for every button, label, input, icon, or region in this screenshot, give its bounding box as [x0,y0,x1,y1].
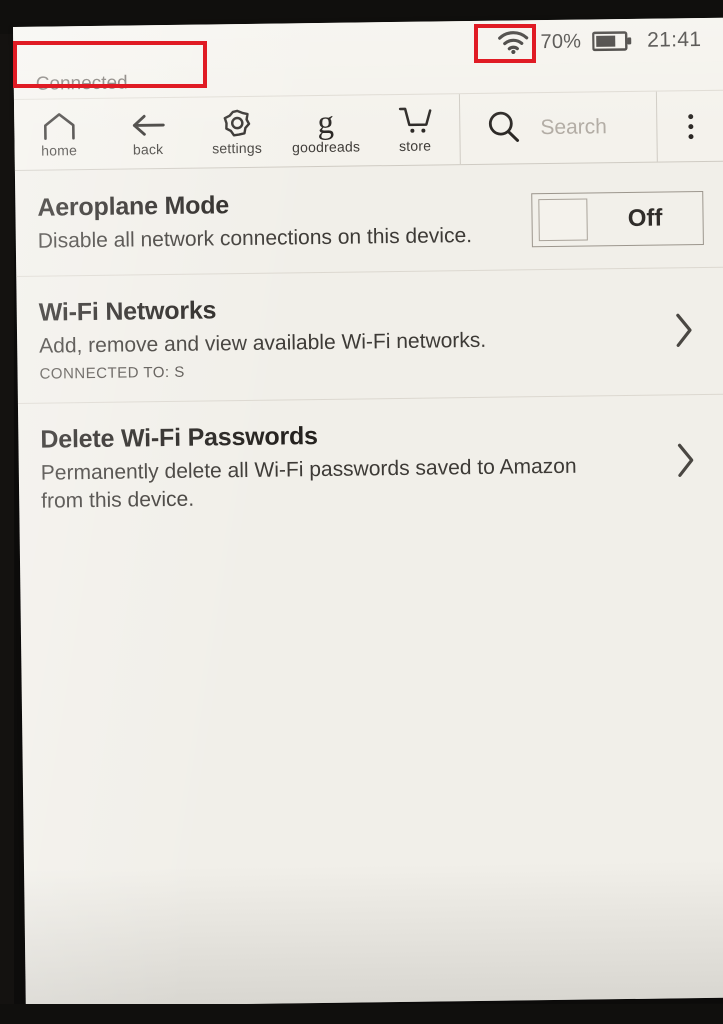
aeroplane-mode-toggle[interactable]: Off [531,190,704,248]
setting-title-delete-wifi-passwords: Delete Wi-Fi Passwords [40,422,318,455]
setting-text-block: Aeroplane Mode Disable all network conne… [37,187,532,255]
toggle-knob [538,198,588,242]
goodreads-g-icon: g [317,104,335,142]
clock-label: 21:41 [647,27,702,52]
search-placeholder-text: Search [540,115,608,140]
wifi-icon [497,30,529,55]
battery-percent-label: 70% [540,30,582,53]
setting-title-aeroplane-mode: Aeroplane Mode [37,191,230,222]
device-bezel-bottom [0,1004,723,1024]
chevron-right-icon[interactable] [673,311,696,354]
search-input[interactable]: Search [458,91,658,165]
eink-screen: 70% 21:41 Connected home back settings g… [13,17,723,1007]
toolbar-item-home[interactable]: home [14,99,104,170]
status-indicators: 70% 21:41 [497,28,701,55]
toolbar-item-back-label: back [132,141,164,158]
menu-dot [688,133,694,139]
device-bezel-left [0,34,14,1012]
toolbar-item-store[interactable]: store [370,94,460,165]
setting-text-block: Wi-Fi Networks Add, remove and view avai… [39,290,674,383]
setting-description-aeroplane-mode: Disable all network connections on this … [37,224,473,253]
device-photo: 70% 21:41 Connected home back settings g… [0,0,723,1024]
back-arrow-icon [130,109,166,139]
setting-row-wifi-networks[interactable]: Wi-Fi Networks Add, remove and view avai… [16,266,723,404]
setting-description-wifi-networks: Add, remove and view available Wi-Fi net… [39,328,487,358]
setting-row-delete-wifi-passwords[interactable]: Delete Wi-Fi Passwords Permanently delet… [17,394,723,536]
toolbar-item-back[interactable]: back [103,98,193,169]
shopping-cart-icon [398,106,432,136]
setting-row-aeroplane-mode[interactable]: Aeroplane Mode Disable all network conne… [15,163,723,276]
setting-connected-network-label: CONNECTED TO: S [39,364,185,384]
goodreads-g-glyph: g [317,104,335,142]
search-icon [486,109,521,148]
toolbar: home back settings g goodreads store Sea… [13,89,723,171]
connection-status-label: Connected [35,72,128,95]
toggle-state-label: Off [627,204,663,232]
toolbar-item-goodreads[interactable]: g goodreads [281,95,371,166]
menu-dot [688,123,694,129]
settings-list: Aeroplane Mode Disable all network conne… [15,163,723,536]
menu-dot [688,113,694,119]
toolbar-item-store-label: store [398,137,432,154]
chevron-right-icon[interactable] [674,441,697,484]
toolbar-item-settings[interactable]: settings [192,96,282,167]
gear-icon [221,108,253,138]
home-icon [42,110,76,140]
setting-description-delete-wifi-passwords: Permanently delete all Wi-Fi passwords s… [40,455,577,513]
battery-icon [592,30,632,53]
setting-text-block: Delete Wi-Fi Passwords Permanently delet… [40,418,675,516]
toolbar-item-home-label: home [41,142,78,159]
three-dots-icon[interactable] [657,91,723,162]
toolbar-item-goodreads-label: goodreads [292,138,361,156]
toolbar-item-settings-label: settings [212,139,263,157]
setting-title-wifi-networks: Wi-Fi Networks [38,296,217,327]
